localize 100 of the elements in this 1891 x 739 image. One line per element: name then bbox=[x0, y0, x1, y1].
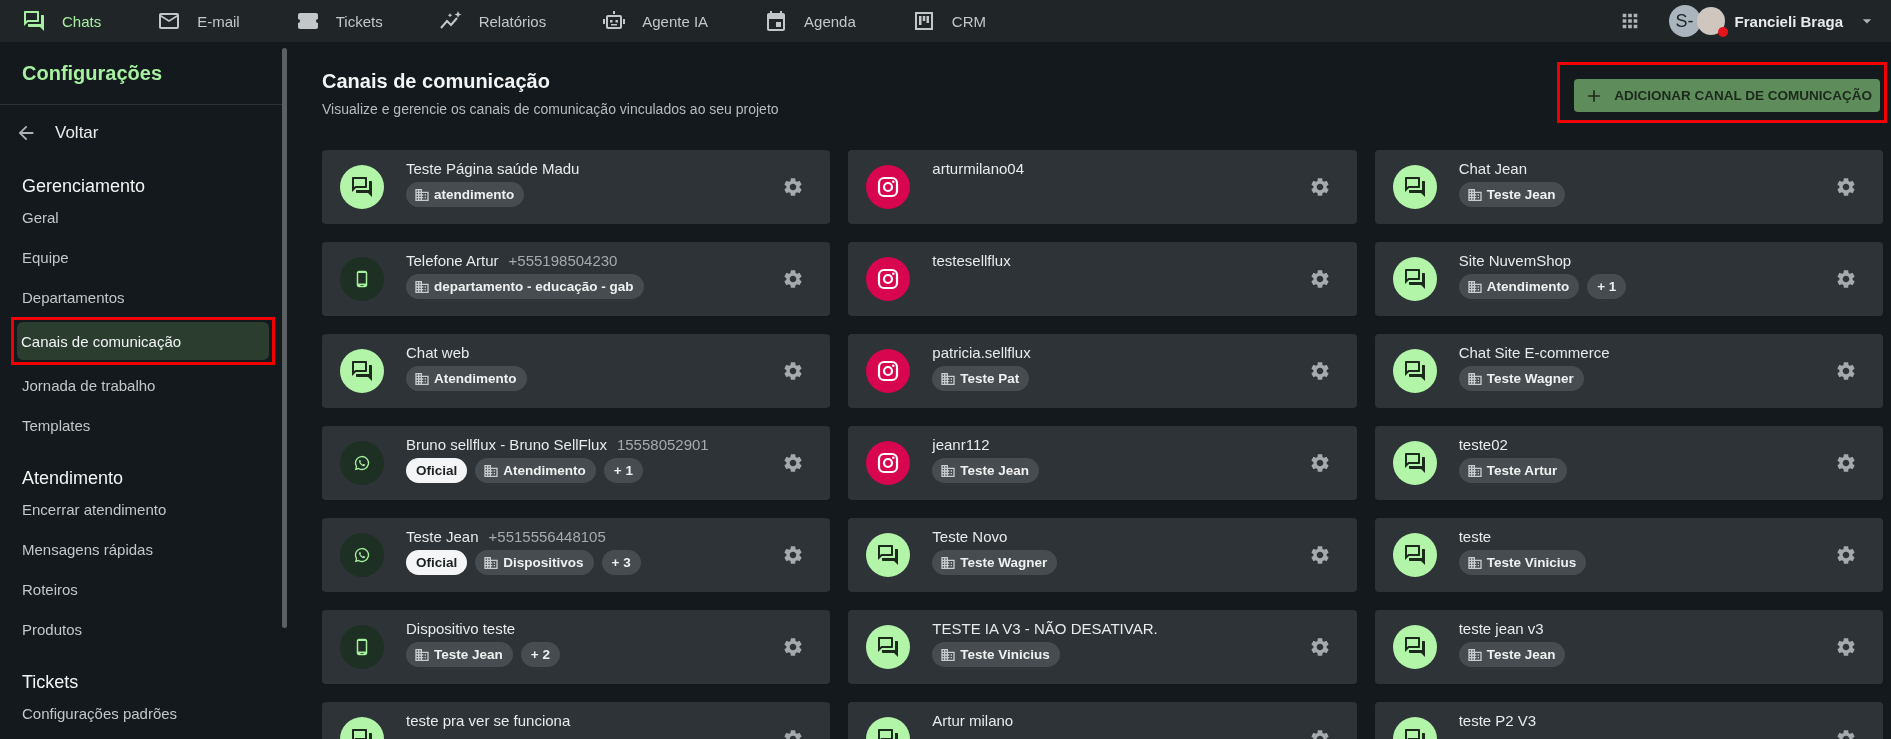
department-tag: Teste Wagner bbox=[1458, 366, 1584, 391]
more-count-tag[interactable]: + 3 bbox=[601, 550, 641, 575]
settings-icon[interactable] bbox=[782, 268, 805, 290]
chat-bubbles-icon bbox=[350, 359, 374, 383]
sidebar-title: Configurações bbox=[21, 60, 164, 86]
settings-icon[interactable] bbox=[782, 176, 805, 198]
nav-tab[interactable]: Tickets bbox=[295, 9, 383, 33]
building-icon bbox=[414, 278, 430, 295]
page-subtitle: Visualize e gerencie os canais de comunicação vinculados ao seu projeto bbox=[322, 101, 779, 117]
settings-icon[interactable] bbox=[782, 452, 805, 474]
nav-tab[interactable]: Agente IA bbox=[602, 9, 709, 33]
sidebar-item[interactable]: Canais de comunicação bbox=[17, 322, 269, 360]
building-icon bbox=[1466, 462, 1483, 479]
settings-icon[interactable] bbox=[1308, 360, 1331, 382]
department-tag: departamento - educação - gab bbox=[406, 274, 644, 299]
page-title: Canais de comunicação bbox=[322, 70, 551, 93]
building-icon bbox=[414, 646, 430, 663]
nav-tab[interactable]: Relatórios bbox=[438, 9, 547, 33]
settings-icon[interactable] bbox=[1835, 452, 1857, 474]
department-tag: Atendimento bbox=[406, 366, 527, 391]
chat-bubbles-icon bbox=[1402, 267, 1427, 291]
chat-bubbles-icon bbox=[350, 175, 374, 199]
sidebar-item[interactable]: Configurações padrões bbox=[18, 694, 268, 732]
more-count-tag[interactable]: + 2 bbox=[520, 642, 560, 667]
more-count-tag[interactable]: + 1 bbox=[1587, 274, 1627, 299]
building-icon bbox=[940, 462, 957, 479]
sidebar-item[interactable]: Roteiros bbox=[18, 570, 268, 608]
channel-name: teste P2 V3 bbox=[1458, 712, 1537, 729]
sidebar-item[interactable]: Departamentos bbox=[18, 278, 268, 316]
sidebar-item[interactable]: Jornada de trabalho bbox=[18, 366, 268, 404]
settings-icon[interactable] bbox=[1835, 176, 1857, 198]
chat-bubbles-icon bbox=[1402, 175, 1427, 199]
channel-name: Teste Página saúde Madu bbox=[406, 160, 580, 177]
department-tag: Teste Vinicius bbox=[1458, 550, 1587, 575]
building-icon bbox=[1466, 554, 1483, 571]
department-tag: Atendimento bbox=[475, 458, 596, 483]
instagram-icon bbox=[876, 175, 901, 199]
user-name[interactable]: Francieli Braga bbox=[1734, 12, 1843, 30]
sidebar-item[interactable]: Encerrar atendimento bbox=[18, 490, 268, 528]
settings-icon[interactable] bbox=[782, 636, 805, 658]
settings-icon[interactable] bbox=[1308, 452, 1331, 474]
whatsapp-icon bbox=[353, 546, 371, 564]
building-icon bbox=[1466, 278, 1483, 295]
avatar-initials[interactable]: S- bbox=[1668, 5, 1701, 37]
settings-icon[interactable] bbox=[782, 360, 805, 382]
department-tag: Teste Artur bbox=[1458, 458, 1568, 483]
scrollbar-thumb[interactable] bbox=[282, 48, 287, 628]
settings-icon[interactable] bbox=[1308, 268, 1331, 290]
chat-bubbles-icon bbox=[1402, 451, 1427, 475]
sidebar-item[interactable]: Geral bbox=[18, 198, 268, 236]
sidebar-item[interactable]: Equipe bbox=[18, 238, 268, 276]
phone-number: 15558052901 bbox=[616, 436, 709, 453]
settings-icon[interactable] bbox=[1835, 360, 1857, 382]
channel-name: Chat Jean bbox=[1458, 160, 1528, 177]
settings-icon[interactable] bbox=[1308, 544, 1331, 566]
building-icon bbox=[1466, 646, 1483, 663]
department-tag: Teste Jean bbox=[406, 642, 513, 667]
channel-name: Chat web bbox=[406, 344, 470, 361]
whatsapp-icon bbox=[353, 454, 371, 472]
settings-icon[interactable] bbox=[782, 544, 805, 566]
chat-bubbles-icon bbox=[1402, 543, 1427, 567]
instagram-icon bbox=[876, 267, 901, 291]
nav-tab[interactable]: Chats bbox=[22, 9, 102, 33]
instagram-icon bbox=[876, 359, 901, 383]
more-count-tag[interactable]: + 1 bbox=[603, 458, 643, 483]
back-link[interactable]: Voltar bbox=[0, 105, 114, 161]
channel-name: Chat Site E-commerce bbox=[1458, 344, 1610, 361]
nav-tab[interactable]: CRM bbox=[911, 9, 986, 33]
official-badge: Oficial bbox=[406, 550, 468, 575]
building-icon bbox=[414, 370, 430, 387]
department-tag: Teste Jean bbox=[1458, 642, 1566, 667]
department-tag: Teste Wagner bbox=[932, 550, 1058, 575]
channel-name: teste bbox=[1458, 528, 1492, 545]
phone-number: +5515556448105 bbox=[488, 528, 606, 545]
channel-name: Teste Novo bbox=[932, 528, 1008, 545]
channel-name: Artur milano bbox=[932, 712, 1014, 729]
settings-icon[interactable] bbox=[1308, 636, 1331, 658]
settings-icon[interactable] bbox=[1835, 544, 1857, 566]
building-icon bbox=[940, 646, 957, 663]
nav-tab[interactable]: E-mail bbox=[157, 9, 240, 33]
section-heading: Gerenciamento bbox=[21, 175, 147, 197]
phone-number: +555198504230 bbox=[508, 252, 618, 269]
sidebar-item[interactable]: Produtos bbox=[18, 610, 268, 648]
settings-icon[interactable] bbox=[1835, 268, 1857, 290]
department-tag: Teste Jean bbox=[1458, 182, 1566, 207]
add-channel-button[interactable]: ADICIONAR CANAL DE COMUNICAÇÃO bbox=[1574, 79, 1880, 112]
channel-name: Dispositivo teste bbox=[406, 620, 516, 637]
sidebar-item[interactable]: Mensagens rápidas bbox=[18, 530, 268, 568]
official-badge: Oficial bbox=[406, 458, 468, 483]
channel-name: teste02 bbox=[1458, 436, 1508, 453]
section-heading: Atendimento bbox=[21, 467, 125, 489]
building-icon bbox=[1466, 186, 1483, 203]
nav-tab[interactable]: Agenda bbox=[764, 9, 856, 33]
sidebar-item[interactable]: Templates bbox=[18, 406, 268, 444]
chat-bubbles-icon bbox=[1402, 359, 1427, 383]
chat-bubbles-icon bbox=[876, 543, 901, 567]
settings-icon[interactable] bbox=[1835, 636, 1857, 658]
chat-bubbles-icon bbox=[1402, 635, 1427, 659]
settings-icon[interactable] bbox=[1308, 176, 1331, 198]
channel-name: teste jean v3 bbox=[1458, 620, 1544, 637]
